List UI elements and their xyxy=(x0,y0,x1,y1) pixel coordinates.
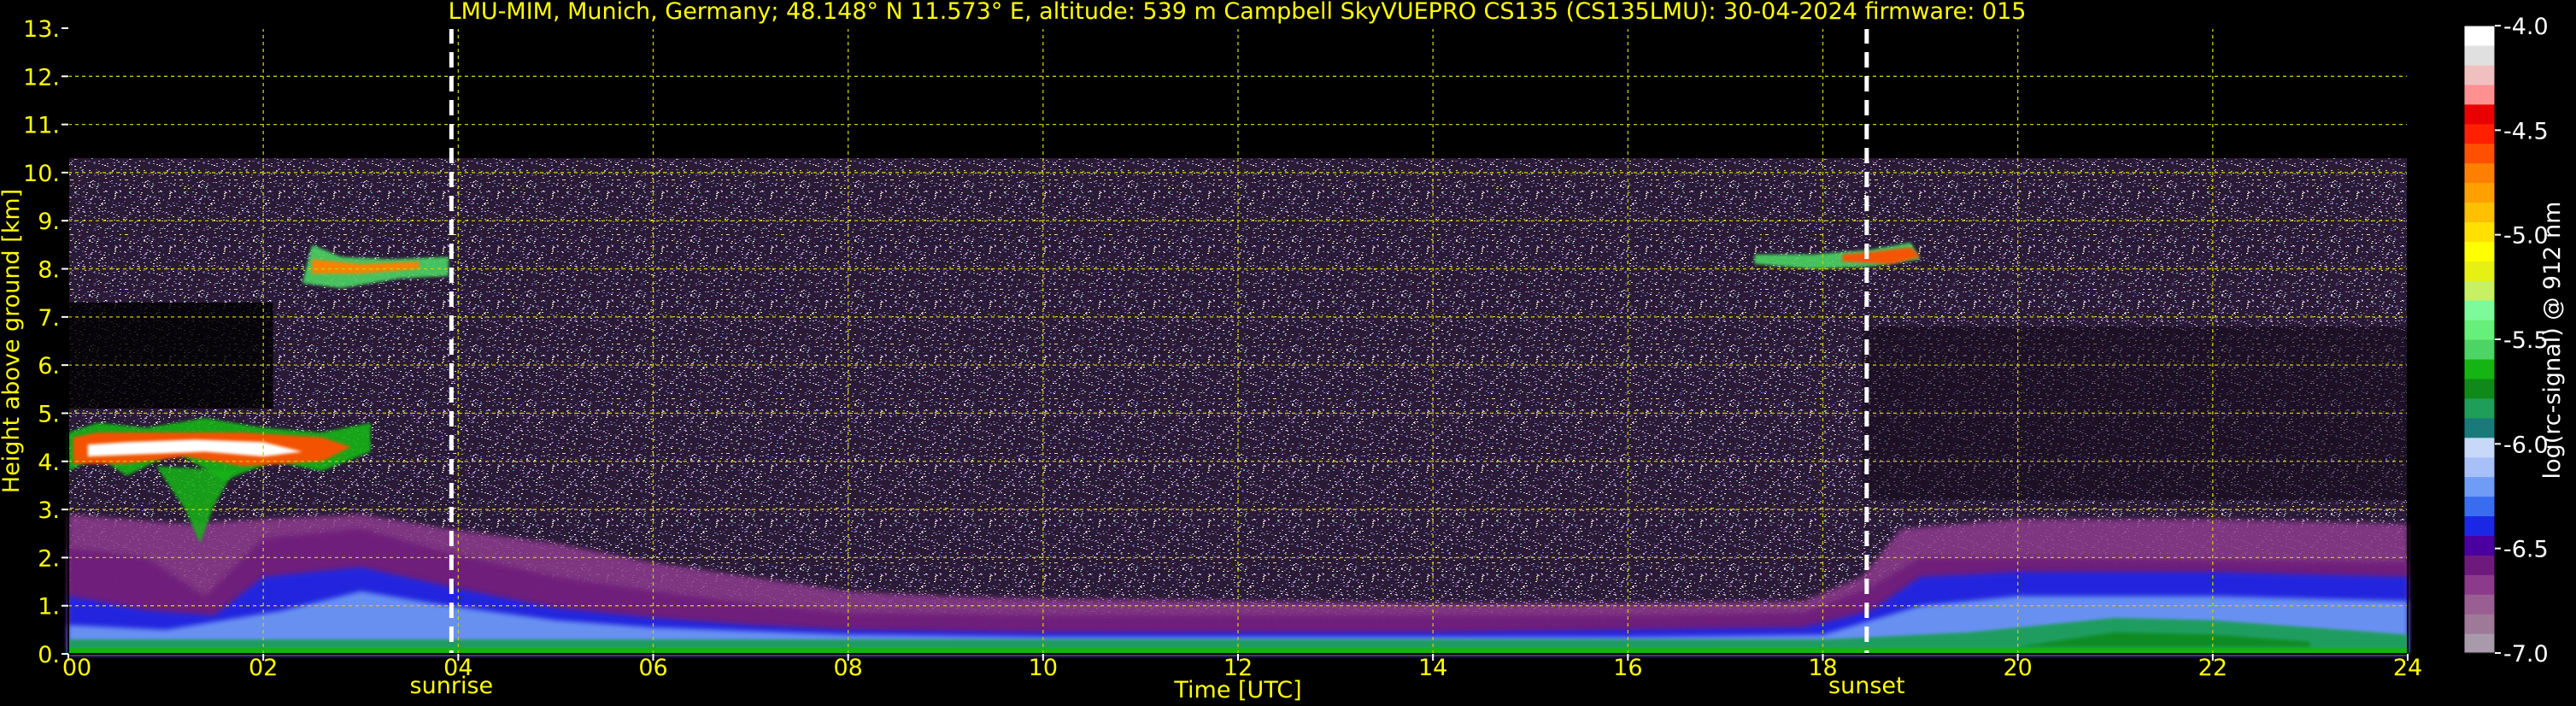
colorbar-segment xyxy=(2464,143,2495,164)
colorbar-segment xyxy=(2464,555,2495,575)
y-tick-label: 3. xyxy=(38,497,60,524)
colorbar-segment xyxy=(2464,535,2495,556)
colorbar-tick-label: -6.5 xyxy=(2503,537,2549,563)
colorbar-segment xyxy=(2464,515,2495,536)
y-axis-ticks: 0. 1. 2. 3. 4. 5. 6. 7. 8. 9. 10. 11. 12. 13. xyxy=(23,16,68,668)
y-tick-label: 7. xyxy=(38,305,60,332)
x-tick-label: 18 xyxy=(1808,655,1837,681)
x-tick-label: 06 xyxy=(638,655,667,681)
x-tick-label: 22 xyxy=(2198,655,2227,681)
y-tick-label: 10. xyxy=(23,161,60,187)
colorbar-segment xyxy=(2464,182,2495,203)
x-tick-label: 14 xyxy=(1418,655,1447,681)
colorbar-segment xyxy=(2464,300,2495,321)
colorbar-segment xyxy=(2464,476,2495,497)
colorbar-segment xyxy=(2464,633,2495,654)
clear-gap xyxy=(68,302,273,409)
event-label-sunset: sunset xyxy=(1828,673,1905,699)
colorbar-segment xyxy=(2464,574,2495,595)
x-tick-label: 04 xyxy=(443,655,472,681)
colorbar-segment xyxy=(2464,123,2495,144)
y-tick-label: 12. xyxy=(23,64,60,91)
y-tick-label: 0. xyxy=(38,642,60,668)
y-tick-label: 8. xyxy=(38,257,60,284)
colorbar-segment xyxy=(2464,456,2495,478)
colorbar-segment xyxy=(2464,261,2495,281)
y-axis-label: Height above ground [km] xyxy=(0,189,25,493)
colorbar-tick-label: -7.0 xyxy=(2503,641,2549,668)
colorbar: -4.0-4.5-5.0-5.5-6.0-6.5-7.0 xyxy=(2463,14,2549,668)
colorbar-segment xyxy=(2464,162,2495,184)
x-tick-label: 20 xyxy=(2003,655,2032,681)
y-tick-label: 13. xyxy=(23,16,60,43)
colorbar-segment xyxy=(2464,202,2495,222)
y-tick-label: 9. xyxy=(38,209,60,235)
y-tick-label: 1. xyxy=(38,594,60,621)
y-tick-label: 5. xyxy=(38,401,60,427)
colorbar-segment xyxy=(2464,26,2495,46)
colorbar-segment xyxy=(2464,44,2495,66)
y-tick-label: 11. xyxy=(23,113,60,139)
colorbar-segment xyxy=(2464,339,2495,360)
colorbar-tick-label: -4.0 xyxy=(2503,14,2549,40)
colorbar-segment xyxy=(2464,437,2495,458)
ceilometer-chart: sunrise sunset 00 02 04 06 08 10 12 14 16 18 20 22 24… xyxy=(0,0,2566,703)
colorbar-segment xyxy=(2464,221,2495,242)
colorbar-segment xyxy=(2464,397,2495,419)
colorbar-segment xyxy=(2464,496,2495,517)
colorbar-segment xyxy=(2464,358,2495,379)
x-axis-label: Time [UTC] xyxy=(1173,677,1301,703)
y-tick-label: 6. xyxy=(38,353,60,379)
colorbar-segment xyxy=(2464,64,2495,85)
x-tick-label: 16 xyxy=(1613,655,1642,681)
x-tick-label: 00 xyxy=(62,655,91,681)
colorbar-segment xyxy=(2464,594,2495,615)
x-tick-label: 02 xyxy=(249,655,278,681)
x-tick-label: 08 xyxy=(833,655,862,681)
colorbar-segment xyxy=(2464,103,2495,125)
chart-title: LMU-MIM, Munich, Germany; 48.148° N 11.5… xyxy=(449,0,2027,25)
colorbar-segment xyxy=(2464,280,2495,301)
colorbar-segment xyxy=(2464,417,2495,438)
y-tick-label: 2. xyxy=(38,545,60,572)
colorbar-segment xyxy=(2464,614,2495,634)
colorbar-segment xyxy=(2464,241,2495,262)
colorbar-segment xyxy=(2464,320,2495,340)
x-tick-label: 24 xyxy=(2393,655,2422,681)
x-tick-label: 10 xyxy=(1029,655,1058,681)
colorbar-tick-label: -4.5 xyxy=(2503,118,2549,144)
colorbar-segment xyxy=(2464,378,2495,399)
colorbar-label: log(rc-signal) @ 912 nm xyxy=(2539,202,2566,479)
colorbar-segment xyxy=(2464,84,2495,105)
y-tick-label: 4. xyxy=(38,450,60,476)
